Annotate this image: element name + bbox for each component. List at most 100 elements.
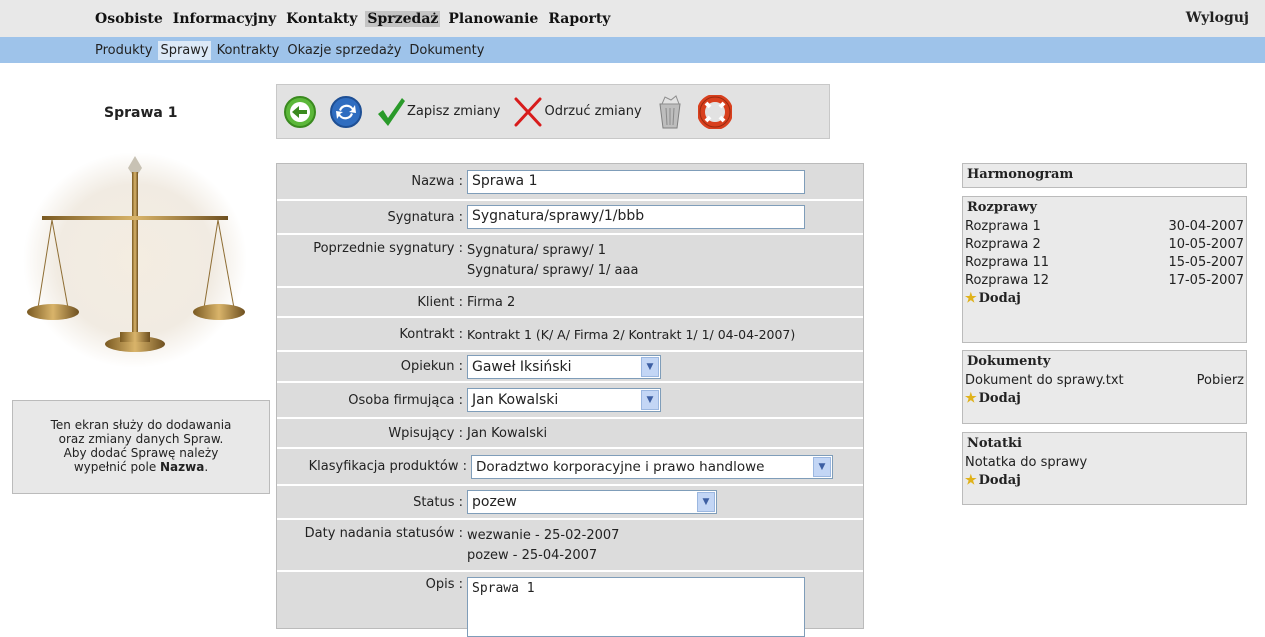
status-date: pozew - 25-04-2007 <box>467 548 598 563</box>
label-klient: Klient : <box>417 294 463 310</box>
label-nazwa: Nazwa : <box>411 174 463 189</box>
nazwa-input[interactable]: Sprawa 1 <box>467 169 805 194</box>
notatki-title: Notatki <box>967 436 1022 451</box>
label-wpisujacy: Wpisujący : <box>388 425 463 441</box>
list-item[interactable]: Notatka do sprawy <box>963 454 1246 472</box>
status-select[interactable]: pozew ▼ <box>467 490 717 514</box>
chevron-down-icon[interactable]: ▼ <box>641 390 659 410</box>
opiekun-selected: Gaweł Iksiński <box>472 358 572 375</box>
submenu-kontrakty[interactable]: Kontrakty <box>215 41 282 60</box>
menu-sprzedaz[interactable]: Sprzedaż <box>365 10 441 27</box>
main-menu: Osobiste Informacyjny Kontakty Sprzedaż … <box>93 0 618 37</box>
hearing-name: Rozprawa 1 <box>965 219 1041 234</box>
refresh-icon <box>330 95 362 128</box>
menu-informacyjny[interactable]: Informacyjny <box>171 11 278 27</box>
discard-label: Odrzuć zmiany <box>544 104 642 119</box>
case-form: Nazwa : Sprawa 1 Sygnatura : Sygnatura/s… <box>276 163 864 637</box>
label-osoba: Osoba firmująca : <box>348 392 463 408</box>
star-icon: ★ <box>965 291 977 306</box>
label-daty: Daty nadania statusów : <box>304 526 463 541</box>
document-name[interactable]: Dokument do sprawy.txt <box>965 373 1124 388</box>
help-field-name: Nazwa <box>160 460 205 474</box>
star-icon: ★ <box>965 391 977 406</box>
status-date: wezwanie - 25-02-2007 <box>467 528 620 543</box>
help-line: Aby dodać Sprawę należy <box>63 446 219 460</box>
save-label: Zapisz zmiany <box>407 104 501 119</box>
hearing-date: 30-04-2007 <box>1168 219 1244 234</box>
menu-osobiste[interactable]: Osobiste <box>93 11 165 27</box>
menu-kontakty[interactable]: Kontakty <box>284 11 359 27</box>
previous-signature: Sygnatura/ sprawy/ 1/ aaa <box>467 263 639 278</box>
list-item[interactable]: Rozprawa 11 15-05-2007 <box>963 254 1246 272</box>
label-klasyfikacja: Klasyfikacja produktów : <box>308 459 467 474</box>
delete-button[interactable] <box>654 94 686 130</box>
row-osoba: Osoba firmująca : Jan Kowalski ▼ <box>277 383 863 419</box>
hearing-name: Rozprawa 11 <box>965 255 1050 270</box>
row-status: Status : pozew ▼ <box>277 486 863 520</box>
hearing-date: 10-05-2007 <box>1168 237 1244 252</box>
download-link[interactable]: Pobierz <box>1197 373 1244 388</box>
row-klient: Klient : Firma 2 <box>277 288 863 318</box>
row-opiekun: Opiekun : Gaweł Iksiński ▼ <box>277 352 863 383</box>
submenu-sprawy[interactable]: Sprawy <box>158 40 211 60</box>
chevron-down-icon[interactable]: ▼ <box>813 456 831 477</box>
row-klasyfikacja: Klasyfikacja produktów : Doradztwo korpo… <box>277 449 863 486</box>
dokumenty-panel: Dokumenty Dokument do sprawy.txt Pobierz … <box>962 350 1247 424</box>
chevron-down-icon[interactable]: ▼ <box>697 492 715 512</box>
menu-raporty[interactable]: Raporty <box>546 11 612 27</box>
label-poprzednie: Poprzednie sygnatury : <box>313 241 463 256</box>
menu-planowanie[interactable]: Planowanie <box>446 11 540 27</box>
label-status: Status : <box>413 494 463 510</box>
add-document-button[interactable]: ★ Dodaj <box>963 390 1246 407</box>
add-label: Dodaj <box>978 473 1021 488</box>
help-button[interactable] <box>697 94 732 129</box>
klasyfikacja-select[interactable]: Doradztwo korporacyjne i prawo handlowe ▼ <box>471 454 833 479</box>
list-item[interactable]: Rozprawa 2 10-05-2007 <box>963 236 1246 254</box>
row-kontrakt: Kontrakt : Kontrakt 1 (K/ A/ Firma 2/ Ko… <box>277 318 863 352</box>
submenu-okazje[interactable]: Okazje sprzedaży <box>285 41 403 60</box>
add-label: Dodaj <box>978 291 1021 306</box>
list-item[interactable]: Rozprawa 1 30-04-2007 <box>963 218 1246 236</box>
label-opiekun: Opiekun : <box>400 359 463 374</box>
sub-menu: Produkty Sprawy Kontrakty Okazje sprzeda… <box>93 37 490 63</box>
submenu-produkty[interactable]: Produkty <box>93 41 154 60</box>
scales-of-justice-image <box>23 152 247 368</box>
submenu-dokumenty[interactable]: Dokumenty <box>407 41 486 60</box>
back-arrow-icon <box>284 95 316 128</box>
add-note-button[interactable]: ★ Dodaj <box>963 472 1246 489</box>
lifebuoy-icon <box>697 94 732 129</box>
rozprawy-panel: Rozprawy Rozprawa 1 30-04-2007 Rozprawa 2… <box>962 196 1247 343</box>
help-line: oraz zmiany danych Spraw. <box>58 432 224 446</box>
checkmark-icon <box>378 97 405 126</box>
opiekun-select[interactable]: Gaweł Iksiński ▼ <box>467 354 661 379</box>
sygnatura-input[interactable]: Sygnatura/sprawy/1/bbb <box>467 205 805 229</box>
klasyfikacja-selected: Doradztwo korporacyjne i prawo handlowe <box>476 458 765 475</box>
logout-link[interactable]: Wyloguj <box>1186 0 1249 37</box>
harmonogram-panel: Harmonogram <box>962 163 1247 188</box>
discard-button[interactable]: Odrzuć zmiany <box>512 95 642 129</box>
previous-signature: Sygnatura/ sprawy/ 1 <box>467 243 607 258</box>
opis-textarea[interactable]: Sprawa 1 <box>467 577 805 637</box>
help-box: Ten ekran służy do dodawania oraz zmiany… <box>12 400 270 494</box>
row-opis: Opis : Sprawa 1 <box>277 572 863 637</box>
hearing-name: Rozprawa 12 <box>965 273 1050 288</box>
help-line: wypełnić pole Nazwa. <box>13 460 269 474</box>
page-title: Sprawa 1 <box>104 105 178 121</box>
rozprawy-title: Rozprawy <box>967 200 1037 215</box>
kontrakt-value: Kontrakt 1 (K/ A/ Firma 2/ Kontrakt 1/ 1… <box>467 326 796 342</box>
add-hearing-button[interactable]: ★ Dodaj <box>963 290 1246 307</box>
row-daty: Daty nadania statusów : wezwanie - 25-02… <box>277 520 863 572</box>
save-button[interactable]: Zapisz zmiany <box>375 95 500 129</box>
refresh-button[interactable] <box>329 95 363 129</box>
list-item[interactable]: Rozprawa 12 17-05-2007 <box>963 272 1246 290</box>
help-text: wypełnić pole <box>73 460 161 474</box>
cross-icon <box>514 97 542 126</box>
osoba-select[interactable]: Jan Kowalski ▼ <box>467 388 661 412</box>
label-opis: Opis : <box>425 577 463 592</box>
back-button[interactable] <box>283 95 317 129</box>
star-icon: ★ <box>965 473 977 488</box>
trash-icon <box>659 94 681 128</box>
note-text: Notatka do sprawy <box>965 455 1088 470</box>
chevron-down-icon[interactable]: ▼ <box>641 356 659 377</box>
help-line: Ten ekran służy do dodawania <box>50 418 232 432</box>
